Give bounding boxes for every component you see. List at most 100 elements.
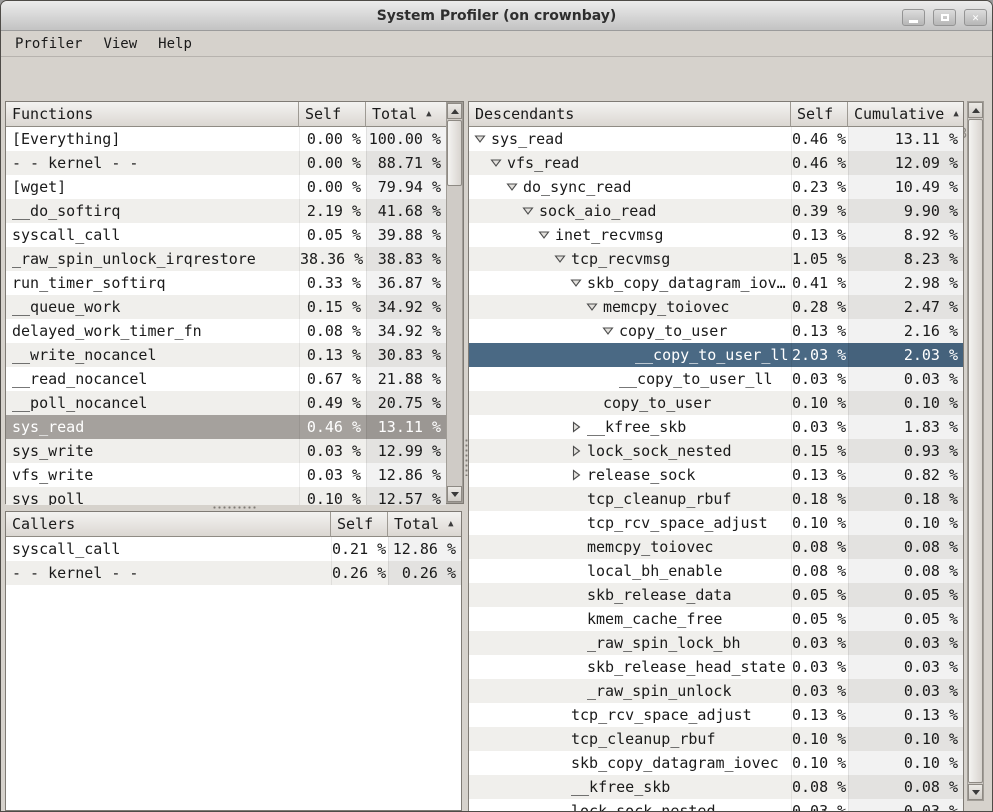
scroll-down-button[interactable]	[968, 784, 983, 800]
table-row[interactable]: syscall_call0.21 %12.86 %	[6, 537, 461, 561]
callers-self-column-header[interactable]: Self	[331, 512, 388, 537]
table-row[interactable]: [wget]0.00 %79.94 %	[6, 175, 446, 199]
expander-open-icon[interactable]	[474, 133, 486, 145]
descendants-vertical-scrollbar[interactable]	[967, 101, 984, 801]
table-row[interactable]: __queue_work0.15 %34.92 %	[6, 295, 446, 319]
menubar: Profiler View Help	[1, 31, 992, 57]
descendants-self-column-header[interactable]: Self	[791, 102, 848, 127]
tree-row[interactable]: __kfree_skb0.08 %0.08 %	[469, 775, 963, 799]
table-row[interactable]: __do_softirq2.19 %41.68 %	[6, 199, 446, 223]
function-name: skb_copy_datagram_iov…	[469, 271, 791, 295]
tree-row[interactable]: skb_release_data0.05 %0.05 %	[469, 583, 963, 607]
expander-closed-icon[interactable]	[570, 445, 582, 457]
expander-open-icon[interactable]	[570, 277, 582, 289]
table-row[interactable]: sys_read0.46 %13.11 %	[6, 415, 446, 439]
total-percent: 39.88 %	[366, 223, 446, 247]
table-row[interactable]: - - kernel - -0.26 %0.26 %	[6, 561, 461, 585]
tree-row[interactable]: lock_sock_nested0.15 %0.93 %	[469, 439, 963, 463]
minimize-button[interactable]	[902, 9, 925, 26]
functions-column-header[interactable]: Functions	[6, 102, 299, 127]
table-row[interactable]: __poll_nocancel0.49 %20.75 %	[6, 391, 446, 415]
tree-row[interactable]: lock_sock_nested0.03 %0.03 %	[469, 799, 963, 811]
function-name-label: __copy_to_user_ll	[635, 343, 789, 367]
horizontal-pane-splitter[interactable]	[5, 504, 464, 511]
tree-row[interactable]: tcp_cleanup_rbuf0.18 %0.18 %	[469, 487, 963, 511]
scrollbar-thumb[interactable]	[447, 120, 462, 186]
tree-row[interactable]: skb_copy_datagram_iovec0.10 %0.10 %	[469, 751, 963, 775]
tree-row[interactable]: kmem_cache_free0.05 %0.05 %	[469, 607, 963, 631]
toolbar: Start Profile	[1, 58, 992, 97]
function-name: sock_aio_read	[469, 199, 791, 223]
tree-row[interactable]: vfs_read0.46 %12.09 %	[469, 151, 963, 175]
total-percent: 88.71 %	[366, 151, 446, 175]
functions-total-column-header[interactable]: Total▲	[366, 102, 446, 127]
total-percent: 0.26 %	[388, 561, 461, 585]
function-name: __queue_work	[6, 295, 299, 319]
tree-row[interactable]: sock_aio_read0.39 %9.90 %	[469, 199, 963, 223]
scroll-up-button[interactable]	[447, 103, 462, 119]
tree-row[interactable]: inet_recvmsg0.13 %8.92 %	[469, 223, 963, 247]
scroll-down-button[interactable]	[447, 486, 462, 502]
tree-row[interactable]: local_bh_enable0.08 %0.08 %	[469, 559, 963, 583]
tree-row[interactable]: skb_copy_datagram_iov…0.41 %2.98 %	[469, 271, 963, 295]
table-row[interactable]: sys_poll0.10 %12.57 %	[6, 487, 446, 505]
tree-row[interactable]: __copy_to_user_ll0.03 %0.03 %	[469, 367, 963, 391]
tree-row[interactable]: tcp_rcv_space_adjust0.10 %0.10 %	[469, 511, 963, 535]
table-row[interactable]: _raw_spin_unlock_irqrestore38.36 %38.83 …	[6, 247, 446, 271]
tree-row[interactable]: do_sync_read0.23 %10.49 %	[469, 175, 963, 199]
descendants-cumulative-column-header[interactable]: Cumulative▲	[848, 102, 963, 127]
functions-self-column-header[interactable]: Self	[299, 102, 366, 127]
tree-row[interactable]: copy_to_user0.13 %2.16 %	[469, 319, 963, 343]
table-row[interactable]: vfs_write0.03 %12.86 %	[6, 463, 446, 487]
close-button[interactable]: ✕	[964, 9, 987, 26]
expander-open-icon[interactable]	[538, 229, 550, 241]
menu-profiler[interactable]: Profiler	[13, 34, 84, 54]
table-row[interactable]: __write_nocancel0.13 %30.83 %	[6, 343, 446, 367]
menu-help[interactable]: Help	[156, 34, 194, 54]
scrollbar-thumb[interactable]	[968, 119, 983, 783]
function-name-label: inet_recvmsg	[555, 223, 663, 247]
tree-row[interactable]: skb_release_head_state0.03 %0.03 %	[469, 655, 963, 679]
functions-vertical-scrollbar[interactable]	[446, 102, 463, 503]
table-row[interactable]: - - kernel - -0.00 %88.71 %	[6, 151, 446, 175]
callers-column-header[interactable]: Callers	[6, 512, 331, 537]
tree-row[interactable]: tcp_cleanup_rbuf0.10 %0.10 %	[469, 727, 963, 751]
table-row[interactable]: run_timer_softirq0.33 %36.87 %	[6, 271, 446, 295]
titlebar[interactable]: System Profiler (on crownbay) ✕	[1, 1, 992, 31]
table-row[interactable]: [Everything]0.00 %100.00 %	[6, 127, 446, 151]
descendants-column-header[interactable]: Descendants	[469, 102, 791, 127]
table-row[interactable]: __read_nocancel0.67 %21.88 %	[6, 367, 446, 391]
expander-open-icon[interactable]	[586, 301, 598, 313]
expander-closed-icon[interactable]	[570, 469, 582, 481]
tree-row[interactable]: __copy_to_user_ll2.03 %2.03 %	[469, 343, 963, 367]
self-percent: 0.03 %	[791, 679, 848, 703]
expander-open-icon[interactable]	[602, 325, 614, 337]
tree-row[interactable]: tcp_rcv_space_adjust0.13 %0.13 %	[469, 703, 963, 727]
maximize-button[interactable]	[933, 9, 956, 26]
expander-closed-icon[interactable]	[570, 421, 582, 433]
function-name-label: tcp_rcv_space_adjust	[587, 511, 768, 535]
expander-open-icon[interactable]	[506, 181, 518, 193]
menu-view[interactable]: View	[101, 34, 139, 54]
self-percent: 1.05 %	[791, 247, 848, 271]
tree-row[interactable]: __kfree_skb0.03 %1.83 %	[469, 415, 963, 439]
tree-row[interactable]: tcp_recvmsg1.05 %8.23 %	[469, 247, 963, 271]
table-row[interactable]: sys_write0.03 %12.99 %	[6, 439, 446, 463]
cumulative-percent: 0.82 %	[848, 463, 963, 487]
functions-table-body: [Everything]0.00 %100.00 %- - kernel - -…	[6, 127, 446, 505]
tree-row[interactable]: release_sock0.13 %0.82 %	[469, 463, 963, 487]
scroll-up-button[interactable]	[968, 102, 983, 118]
expander-open-icon[interactable]	[490, 157, 502, 169]
tree-row[interactable]: copy_to_user0.10 %0.10 %	[469, 391, 963, 415]
tree-row[interactable]: memcpy_toiovec0.08 %0.08 %	[469, 535, 963, 559]
tree-row[interactable]: memcpy_toiovec0.28 %2.47 %	[469, 295, 963, 319]
self-percent: 0.10 %	[791, 391, 848, 415]
tree-row[interactable]: _raw_spin_unlock0.03 %0.03 %	[469, 679, 963, 703]
tree-row[interactable]: sys_read0.46 %13.11 %	[469, 127, 963, 151]
expander-open-icon[interactable]	[522, 205, 534, 217]
table-row[interactable]: syscall_call0.05 %39.88 %	[6, 223, 446, 247]
expander-open-icon[interactable]	[554, 253, 566, 265]
table-row[interactable]: delayed_work_timer_fn0.08 %34.92 %	[6, 319, 446, 343]
callers-total-column-header[interactable]: Total▲	[388, 512, 461, 537]
tree-row[interactable]: _raw_spin_lock_bh0.03 %0.03 %	[469, 631, 963, 655]
